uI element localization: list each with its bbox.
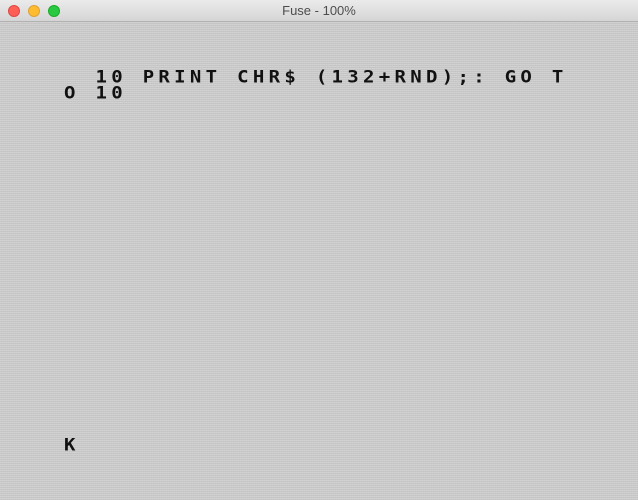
basic-line-2: O 10 <box>64 83 127 104</box>
emulator-screen[interactable]: 10 PRINT CHR$ (132+RND);: GO T O 10 K <box>0 22 638 500</box>
fuse-window: Fuse - 100% 10 PRINT CHR$ (132+RND);: GO… <box>0 0 638 500</box>
keyword-cursor: K <box>64 435 76 456</box>
title-bar[interactable]: Fuse - 100% <box>0 0 638 22</box>
window-title: Fuse - 100% <box>282 3 356 18</box>
basic-line-1: 10 PRINT CHR$ (132+RND);: GO T <box>64 67 568 88</box>
